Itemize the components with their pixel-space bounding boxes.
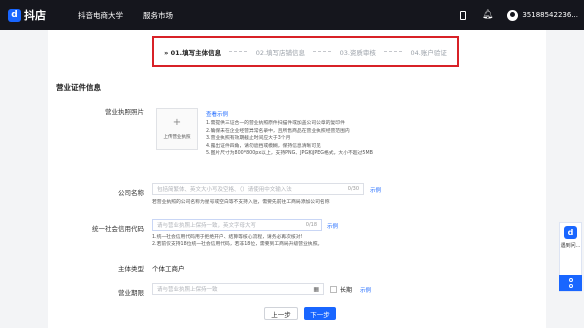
- step-divider: [313, 51, 332, 52]
- company-name-char-count: 0/30: [347, 186, 359, 192]
- help-logo-icon: d: [564, 226, 577, 239]
- douyin-shop-logo[interactable]: d 抖店: [8, 7, 46, 23]
- step-divider: [229, 51, 248, 52]
- credit-code-placeholder: 请与营业执照上保持一致，英文字母大写: [157, 223, 257, 229]
- license-photo-label: 营业执照照片: [105, 108, 144, 116]
- help-action-bar[interactable]: [559, 275, 582, 291]
- business-term-label: 营业期限: [118, 289, 144, 297]
- credit-code-example-link[interactable]: 示例: [327, 222, 338, 230]
- tip-line: 5.图片尺寸为800*800px以上，支持PNG、JPG和JPEG格式，大小不超…: [206, 151, 373, 156]
- credit-code-char-count: 0/18: [305, 222, 317, 228]
- tip-line: 2.确保未在企业经营异常名录中，且所售商品在营业执照经营范围内: [206, 128, 350, 134]
- long-term-label: 长期: [340, 287, 353, 294]
- credit-code-input[interactable]: 请与营业执照上保持一致，英文字母大写 0/18: [152, 219, 322, 231]
- company-name-input[interactable]: 包括简繁体、英文大小写及空格、（）请使用中文输入法 0/30: [152, 183, 364, 195]
- help-text: 遇到问...: [560, 243, 581, 249]
- nav-ecommerce-university[interactable]: 抖音电商大学: [78, 10, 123, 21]
- calendar-icon[interactable]: ▦: [313, 286, 319, 293]
- step-fill-shop-info: 02.填写店铺信息: [255, 48, 306, 57]
- upload-text: 上传营业执照: [163, 135, 191, 140]
- business-term-placeholder: 请与营业执照上保持一致: [157, 287, 218, 293]
- chat-icon: [568, 284, 573, 288]
- step-qualification-review: 03.资质审核: [339, 48, 376, 57]
- license-requirements: 1.需提供三证合一的营业执照原件扫描件或加盖公司公章的复印件 2.确保未在企业经…: [206, 120, 373, 158]
- company-name-note: 若营业执照的公司名称为星号或空白等不支持入驻，需要先前往工商局添加公司名称: [152, 200, 330, 205]
- previous-step-button[interactable]: 上一步: [264, 307, 298, 320]
- avatar[interactable]: [507, 9, 519, 21]
- view-example-link[interactable]: 查看示例: [206, 110, 228, 118]
- nav-service-market[interactable]: 服务市场: [143, 10, 173, 21]
- plus-icon: +: [172, 117, 182, 128]
- headset-icon: [568, 278, 573, 282]
- tip-line: 1.需提供三证合一的营业执照原件扫描件或加盖公司公章的复印件: [206, 121, 345, 126]
- credit-code-note-line: 1.统一社会信用代码用于拒绝开户、结算等核心流程，请务必再次核对!: [152, 235, 303, 240]
- top-navigation-bar: d 抖店 抖音电商大学 服务市场 🔔︎ 35188542236...: [0, 0, 584, 30]
- business-term-example-link[interactable]: 示例: [360, 286, 371, 294]
- entity-type-label: 主体类型: [118, 265, 144, 273]
- logo-text: 抖店: [24, 9, 46, 22]
- company-name-example-link[interactable]: 示例: [370, 186, 381, 194]
- credit-code-label: 统一社会信用代码: [92, 225, 144, 233]
- section-title: 营业证件信息: [56, 83, 101, 92]
- credit-code-note-line: 2.若前仅支持18位统一社会信用代码，若非18位，需要到工商局升级营业执照。: [152, 242, 323, 247]
- long-term-checkbox[interactable]: [330, 286, 337, 293]
- help-float-widget[interactable]: d 遇到问...: [559, 222, 582, 292]
- tip-line: 3.营业执照有效期截止时间应大于3个月: [206, 136, 291, 141]
- step-progress-bar: » 01.填写主体信息 02.填写店铺信息 03.资质审核 04.账户验证: [152, 36, 459, 67]
- next-step-button[interactable]: 下一步: [304, 307, 336, 320]
- logo-icon: d: [8, 8, 21, 22]
- license-upload-button[interactable]: + 上传营业执照: [156, 108, 198, 150]
- credit-code-notes: 1.统一社会信用代码用于拒绝开户、结算等核心流程，请务必再次核对! 2.若前仅支…: [152, 234, 322, 248]
- top-right-tools: 🔔︎ 35188542236...: [459, 0, 578, 30]
- bell-icon[interactable]: 🔔︎: [482, 10, 493, 20]
- company-name-placeholder: 包括简繁体、英文大小写及空格、（）请使用中文输入法: [157, 187, 292, 193]
- step-account-verification: 04.账户验证: [410, 48, 447, 57]
- entity-type-value: 个体工商户: [152, 265, 185, 273]
- company-name-label: 公司名称: [118, 189, 144, 197]
- step-divider: [384, 51, 403, 52]
- business-term-input[interactable]: 请与营业执照上保持一致 ▦: [152, 283, 324, 295]
- user-account-name[interactable]: 35188542236...: [522, 11, 578, 19]
- phone-icon[interactable]: [459, 10, 466, 20]
- tip-line: 4.露出证件四角，请勿遮挡或模糊，保持信息清晰可见: [206, 143, 321, 149]
- step-fill-entity-info: » 01.填写主体信息: [164, 48, 222, 57]
